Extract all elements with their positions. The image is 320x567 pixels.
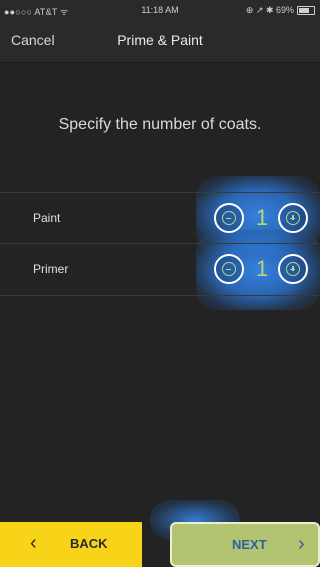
coat-row-primer: Primer [0, 243, 320, 296]
back-button[interactable]: ‹ BACK [0, 522, 142, 567]
paint-increment-button[interactable] [278, 203, 308, 233]
coat-row-paint: Paint [0, 192, 320, 244]
primer-increment-button[interactable] [278, 254, 308, 284]
minus-icon [222, 211, 236, 225]
back-label: BACK [70, 536, 108, 551]
primer-decrement-button[interactable] [214, 254, 244, 284]
page-title: Prime & Paint [117, 32, 203, 48]
battery-icon [297, 6, 315, 15]
chevron-right-icon: › [298, 533, 305, 555]
plus-icon [286, 262, 300, 276]
paint-coat-count: 1 [255, 205, 269, 230]
battery-fill [299, 8, 309, 13]
paint-decrement-button[interactable] [214, 203, 244, 233]
primer-label: Primer [33, 262, 69, 276]
next-button[interactable]: NEXT › [170, 522, 320, 567]
nav-bar: Cancel Prime & Paint [0, 20, 320, 63]
plus-icon [286, 211, 300, 225]
status-bar: ●●○○○ AT&T ᯤ 11:18 AM ⊕ ↗ ✱ 69% [0, 0, 320, 20]
primer-coat-count: 1 [255, 256, 269, 281]
paint-label: Paint [33, 211, 61, 225]
footer-bar: ‹ BACK NEXT › [0, 522, 320, 567]
next-label: NEXT [232, 537, 267, 552]
status-indicators: ⊕ ↗ ✱ 69% [245, 5, 294, 15]
instruction-text: Specify the number of coats. [58, 116, 262, 133]
chevron-left-icon: ‹ [30, 532, 37, 554]
minus-icon [222, 262, 236, 276]
